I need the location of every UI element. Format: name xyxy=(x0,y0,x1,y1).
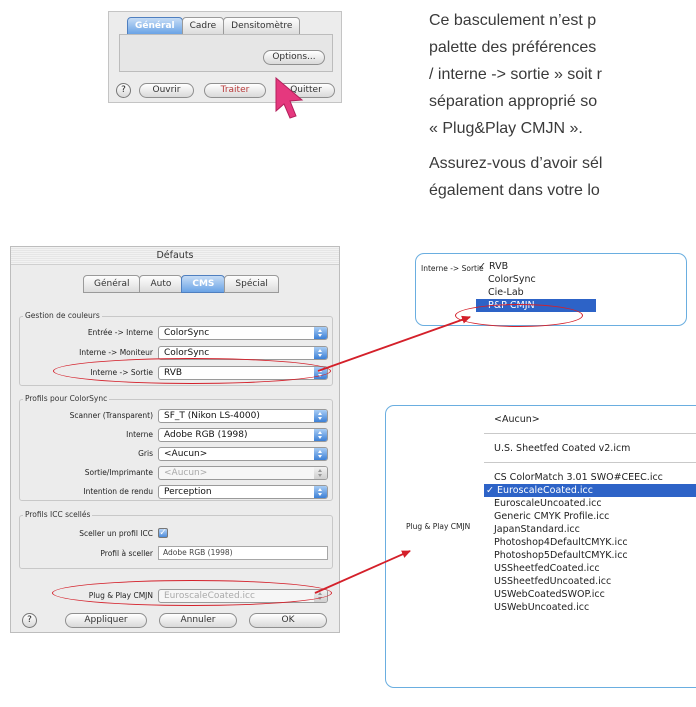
tab-densitometre[interactable]: Densitomètre xyxy=(223,17,301,35)
printer-output-label: Sortie/Imprimante xyxy=(84,468,153,477)
menu-divider xyxy=(484,462,696,463)
menu-item-us-sheetfed[interactable]: U.S. Sheetfed Coated v2.icm xyxy=(484,442,696,455)
cmyk-menu-panel: Plug & Play CMJN <Aucun> U.S. Sheetfed C… xyxy=(385,405,696,688)
tab-auto[interactable]: Auto xyxy=(139,275,183,293)
input-internal-value: ColorSync xyxy=(164,328,210,338)
open-button[interactable]: Ouvrir xyxy=(139,83,194,98)
menu-divider xyxy=(484,433,696,434)
ok-button[interactable]: OK xyxy=(249,613,327,628)
popup-arrows-icon xyxy=(314,448,327,460)
paragraph-1-line: / interne -> sortie » soit r xyxy=(429,66,602,83)
highlight-plugplay-ellipse xyxy=(52,580,332,606)
popup-arrows-icon xyxy=(314,467,327,479)
help-button[interactable]: ? xyxy=(22,613,37,628)
internal-monitor-value: ColorSync xyxy=(164,348,210,358)
popup-arrows-icon xyxy=(314,429,327,441)
menu-item-profile[interactable]: USSheetfedUncoated.icc xyxy=(484,575,696,588)
highlight-output-ellipse xyxy=(53,358,331,384)
menu-item-profile[interactable]: Photoshop5DefaultCMYK.icc xyxy=(484,549,696,562)
scanner-label: Scanner (Transparent) xyxy=(69,411,153,420)
menu-item-profile[interactable]: ✓ EuroscaleCoated.icc xyxy=(484,484,696,497)
gray-select[interactable]: <Aucun> xyxy=(158,447,328,461)
seal-profile-label: Sceller un profil ICC xyxy=(79,529,153,538)
colorsync-profiles-label: Profils pour ColorSync xyxy=(23,394,110,403)
paragraph-1-line: palette des préférences xyxy=(429,39,597,56)
window-title: Défauts xyxy=(11,247,339,265)
profile-to-seal-label: Profil à sceller xyxy=(100,549,153,558)
cmyk-menu-header: <Aucun> xyxy=(484,413,696,426)
seal-profile-checkbox[interactable]: ✓ xyxy=(158,528,168,538)
paragraph-1-line: Ce basculement n’est p xyxy=(429,12,597,29)
menu-item-colorsync[interactable]: ColorSync xyxy=(476,273,596,286)
cancel-button[interactable]: Annuler xyxy=(159,613,237,628)
defaults-window: Défauts Général Auto CMS Spécial Gestion… xyxy=(10,246,340,633)
menu-item-profile[interactable]: Generic CMYK Profile.icc xyxy=(484,510,696,523)
menu-item-profile[interactable]: JapanStandard.icc xyxy=(484,523,696,536)
menu-item-profile[interactable]: USWebUncoated.icc xyxy=(484,601,696,614)
tab-special[interactable]: Spécial xyxy=(224,275,279,293)
cmyk-menu: CS ColorMatch 3.01 SWO#CEEC.icc ✓ Eurosc… xyxy=(484,471,696,614)
menu-item-profile[interactable]: CS ColorMatch 3.01 SWO#CEEC.icc xyxy=(484,471,696,484)
cmyk-menu-sheetfed: U.S. Sheetfed Coated v2.icm xyxy=(484,442,696,455)
paragraph-1-line: « Plug&Play CMJN ». xyxy=(429,120,583,137)
popup-arrows-icon xyxy=(314,410,327,422)
internal-profile-select[interactable]: Adobe RGB (1998) xyxy=(158,428,328,442)
main-tabs: Général Cadre Densitomètre xyxy=(127,17,301,35)
tab-general[interactable]: Général xyxy=(127,17,183,35)
input-internal-label: Entrée -> Interne xyxy=(87,328,153,337)
paragraph-2-line: également dans votre lo xyxy=(429,182,600,199)
gray-label: Gris xyxy=(138,449,153,458)
cmyk-menu-label: Plug & Play CMJN xyxy=(406,522,471,531)
menu-item-profile[interactable]: EuroscaleUncoated.icc xyxy=(484,497,696,510)
defaults-tabs: Général Auto CMS Spécial xyxy=(83,275,279,293)
paragraph-2-line: Assurez-vous d’avoir sél xyxy=(429,155,603,172)
options-button[interactable]: Options... xyxy=(263,50,325,65)
menu-item-profile[interactable]: USSheetfedCoated.icc xyxy=(484,562,696,575)
profile-to-seal-field[interactable]: Adobe RGB (1998) xyxy=(158,546,328,560)
popup-arrows-icon xyxy=(314,347,327,359)
tab-cadre[interactable]: Cadre xyxy=(181,17,225,35)
output-menu-label: Interne -> Sortie xyxy=(421,264,484,273)
popup-arrows-icon xyxy=(314,486,327,498)
gray-value: <Aucun> xyxy=(164,449,208,459)
highlight-ppcmjn-ellipse xyxy=(455,304,583,327)
menu-item-profile[interactable]: USWebCoatedSWOP.icc xyxy=(484,588,696,601)
icc-sealed-label: Profils ICC scellés xyxy=(23,510,93,519)
process-button[interactable]: Traiter xyxy=(204,83,266,98)
scanner-select[interactable]: SF_T (Nikon LS-4000) xyxy=(158,409,328,423)
menu-item-rvb[interactable]: ✓ RVB xyxy=(476,260,596,273)
tab-cms[interactable]: CMS xyxy=(181,275,226,293)
paragraph-2: Assurez-vous d’avoir sél également dans … xyxy=(429,150,696,204)
tab-general[interactable]: Général xyxy=(83,275,141,293)
menu-item-profile[interactable]: Photoshop4DefaultCMYK.icc xyxy=(484,536,696,549)
printer-output-select: <Aucun> xyxy=(158,466,328,480)
menu-item-cielab[interactable]: Cie-Lab xyxy=(476,286,596,299)
rendering-intent-select[interactable]: Perception xyxy=(158,485,328,499)
scanner-value: SF_T (Nikon LS-4000) xyxy=(164,411,260,421)
input-internal-select[interactable]: ColorSync xyxy=(158,326,328,340)
menu-item-none[interactable]: <Aucun> xyxy=(484,413,696,426)
printer-output-value: <Aucun> xyxy=(164,468,208,478)
mouse-pointer-icon xyxy=(275,76,304,119)
internal-monitor-label: Interne -> Moniteur xyxy=(79,348,153,357)
icc-sealed-group xyxy=(19,515,333,569)
internal-profile-label: Interne xyxy=(126,430,153,439)
popup-arrows-icon xyxy=(314,327,327,339)
help-button[interactable]: ? xyxy=(116,83,131,98)
paragraph-1: Ce basculement n’est p palette des préfé… xyxy=(429,7,696,142)
internal-profile-value: Adobe RGB (1998) xyxy=(164,430,248,440)
rendering-intent-label: Intention de rendu xyxy=(83,487,153,496)
apply-button[interactable]: Appliquer xyxy=(65,613,147,628)
paragraph-1-line: séparation approprié so xyxy=(429,93,598,110)
color-management-label: Gestion de couleurs xyxy=(23,311,102,320)
rendering-intent-value: Perception xyxy=(164,487,212,497)
